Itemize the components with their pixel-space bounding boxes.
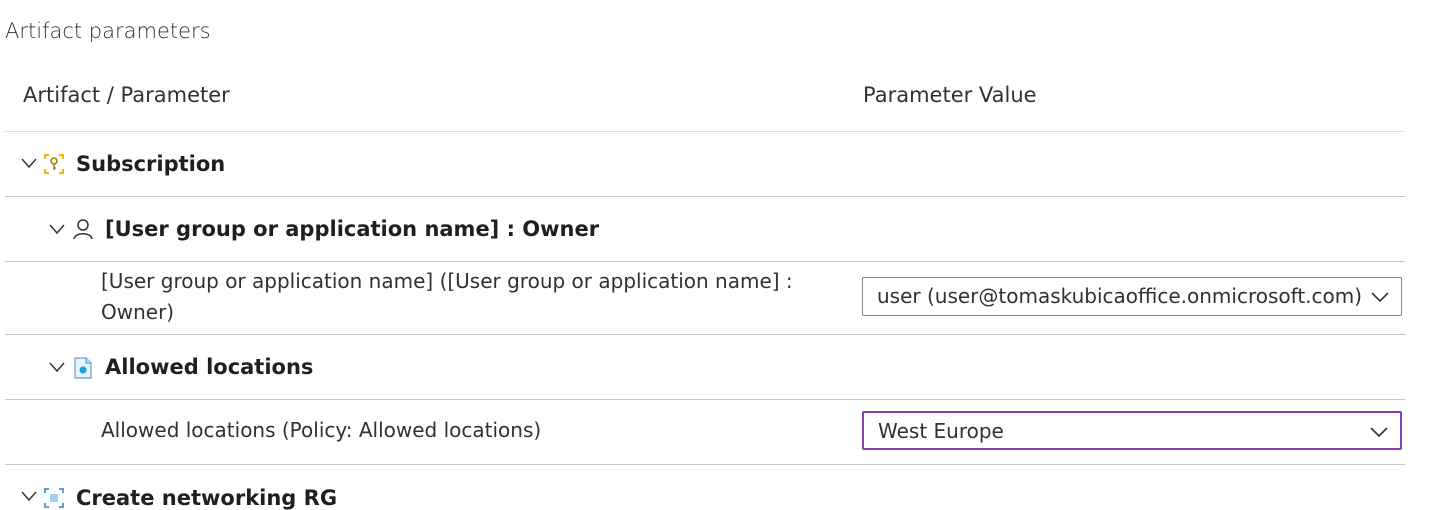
group-label-allowed-locations: Allowed locations: [105, 355, 314, 379]
chevron-down-icon[interactable]: [49, 222, 65, 236]
chevron-down-icon: [1370, 424, 1388, 440]
column-header-value: Parameter Value: [863, 83, 1037, 107]
column-header-artifact: Artifact / Parameter: [23, 83, 230, 107]
parameter-label-allowed-locations: Allowed locations (Policy: Allowed locat…: [101, 418, 542, 442]
group-label-role-assignment: [User group or application name] : Owner: [105, 217, 600, 241]
user-icon: [72, 218, 94, 240]
artifact-parameters-grid: Artifact / Parameter Parameter Value Sub…: [5, 65, 1405, 510]
policy-icon: [72, 357, 94, 379]
dropdown-selected-value: West Europe: [878, 419, 1004, 443]
resource-group-icon: [43, 487, 65, 509]
subscription-key-icon: [43, 153, 65, 175]
group-label-networking-rg: Create networking RG: [76, 486, 338, 510]
group-row-networking-rg[interactable]: Create networking RG: [5, 465, 1405, 510]
allowed-locations-dropdown[interactable]: West Europe: [862, 411, 1402, 450]
parameter-label-user-group: [User group or application name] ([User …: [101, 269, 793, 324]
section-title: Artifact parameters: [5, 19, 211, 43]
chevron-down-icon: [1371, 289, 1389, 305]
grid-header: Artifact / Parameter Parameter Value: [5, 65, 1405, 132]
group-label-subscription: Subscription: [76, 152, 226, 176]
parameter-row-user-group: [User group or application name] ([User …: [5, 262, 1405, 335]
parameter-row-allowed-locations: Allowed locations (Policy: Allowed locat…: [5, 400, 1405, 465]
chevron-down-icon[interactable]: [21, 489, 37, 503]
user-group-dropdown[interactable]: user (user@tomaskubicaoffice.onmicrosoft…: [862, 277, 1402, 316]
dropdown-selected-value: user (user@tomaskubicaoffice.onmicrosoft…: [877, 284, 1363, 308]
group-row-allowed-locations[interactable]: Allowed locations: [5, 335, 1405, 400]
chevron-down-icon[interactable]: [21, 156, 37, 170]
group-row-role-assignment[interactable]: [User group or application name] : Owner: [5, 197, 1405, 262]
group-row-subscription[interactable]: Subscription: [5, 132, 1405, 197]
chevron-down-icon[interactable]: [49, 360, 65, 374]
